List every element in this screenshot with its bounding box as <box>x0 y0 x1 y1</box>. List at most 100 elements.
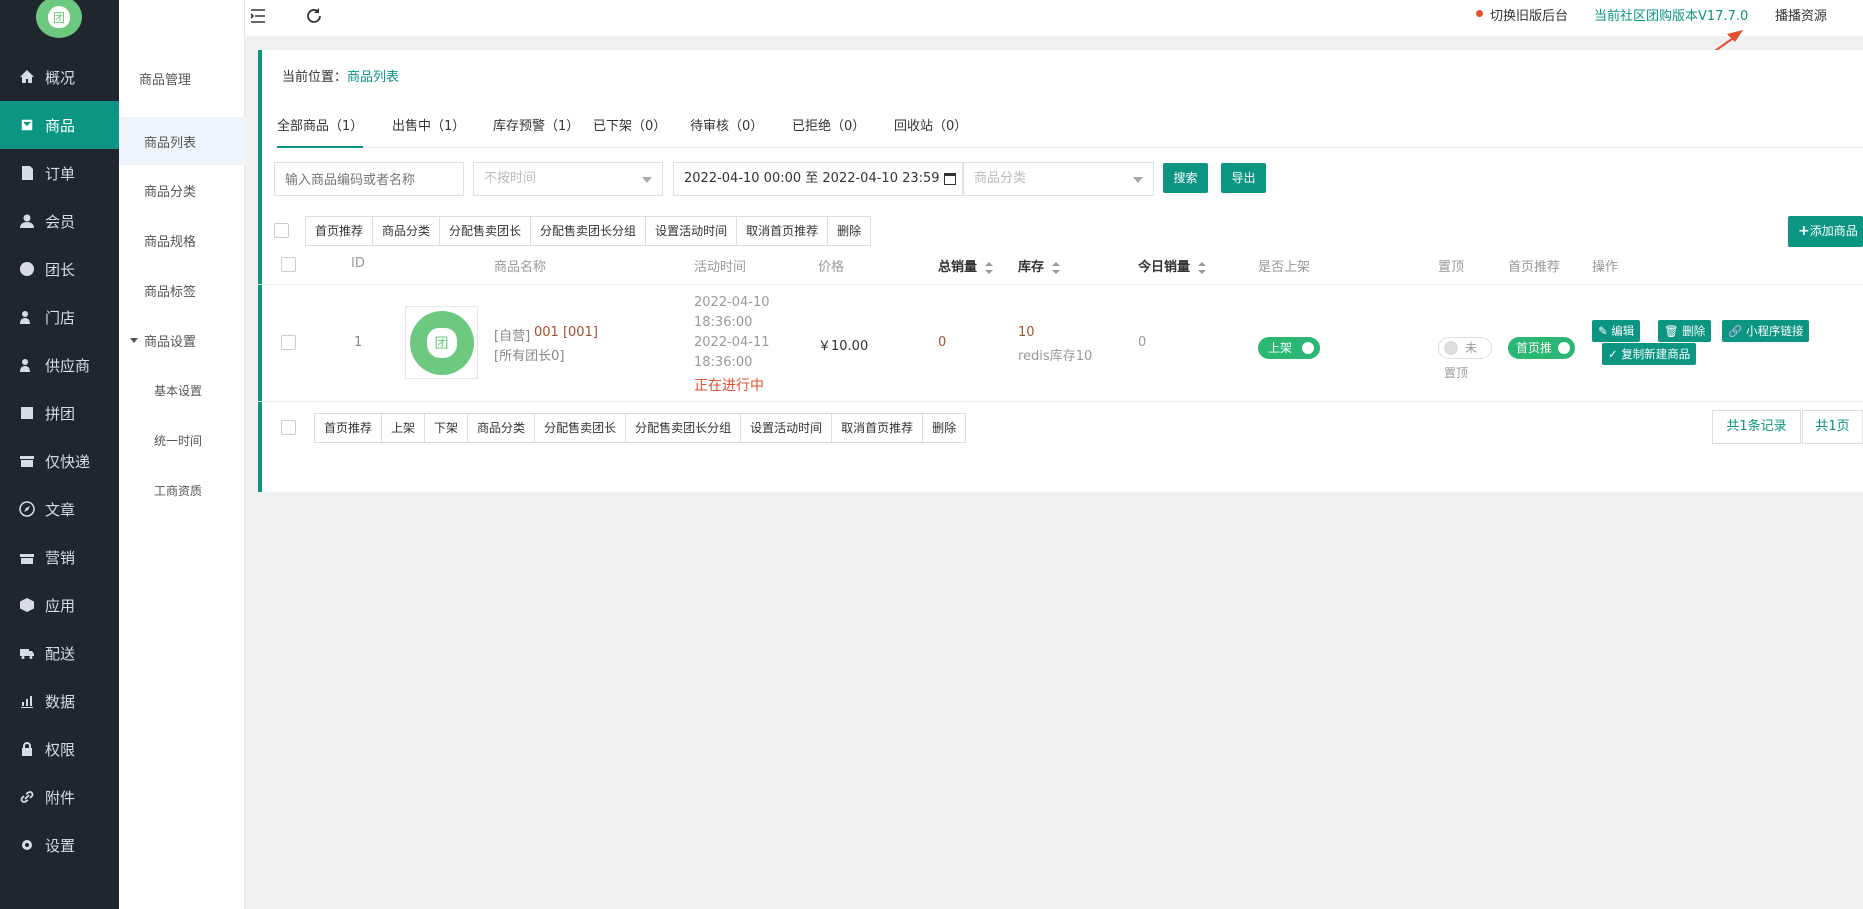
select-all-checkbox-top[interactable] <box>274 223 289 238</box>
nav-item-permission[interactable]: 权限 <box>0 725 119 773</box>
nav-item-groupbuy[interactable]: 拼团 <box>0 389 119 437</box>
subnav-item-category[interactable]: 商品分类 <box>119 166 245 214</box>
nav-item-marketing[interactable]: 营销 <box>0 533 119 581</box>
switch-old-admin-link[interactable]: 切换旧版后台 <box>1490 5 1568 24</box>
subnav-item-basic[interactable]: 基本设置 <box>119 366 245 414</box>
copy-new-product-button[interactable]: ✓ 复制新建商品 <box>1602 343 1697 365</box>
edit-button[interactable]: ✎ 编辑 <box>1592 320 1641 342</box>
bulk-assign-leader-button[interactable]: 分配售卖团长 <box>440 217 532 245</box>
on-sale-toggle[interactable]: 上架 <box>1258 337 1320 359</box>
col-today-sales[interactable]: 今日销量 <box>1138 256 1207 275</box>
nav-item-apps[interactable]: 应用 <box>0 581 119 629</box>
tab-recycle-bin[interactable]: 回收站（0） <box>894 114 967 148</box>
bulk-category-button[interactable]: 商品分类 <box>373 217 441 245</box>
trash-icon: 🗑 <box>1664 324 1683 338</box>
nav-item-express[interactable]: 仅快递 <box>0 437 119 485</box>
product-self-tag: [自营] <box>494 329 531 344</box>
category-select[interactable]: 商品分类 <box>963 162 1154 196</box>
divider <box>258 401 1863 402</box>
live-resource-link[interactable]: 播播资源 <box>1775 5 1827 24</box>
mini-program-link-button[interactable]: 🔗 小程序链接 <box>1722 320 1810 342</box>
nav-item-supplier[interactable]: 供应商 <box>0 341 119 389</box>
caret-down-icon <box>130 337 138 343</box>
add-product-button[interactable]: +添加商品 <box>1788 216 1863 247</box>
tab-pending-review[interactable]: 待审核（0） <box>690 114 763 148</box>
version-link[interactable]: 当前社区团购版本V17.7.0 <box>1594 5 1748 24</box>
sort-icon <box>985 261 994 274</box>
nav-item-overview[interactable]: 概况 <box>0 53 119 101</box>
gift-icon <box>20 554 34 564</box>
sort-icon <box>1198 261 1207 274</box>
chart-icon <box>21 696 33 708</box>
dropdown-caret-icon <box>642 177 652 183</box>
nav-item-settings[interactable]: 设置 <box>0 821 119 869</box>
product-thumbnail[interactable]: 团 <box>405 306 478 379</box>
nav-item-leader[interactable]: 团长 <box>0 245 119 293</box>
nav-item-attachment[interactable]: 附件 <box>0 773 119 821</box>
home-icon <box>20 70 34 83</box>
bulk-delete-button[interactable]: 删除 <box>828 217 870 245</box>
bulk-assign-leader-button[interactable]: 分配售卖团长 <box>535 414 627 442</box>
bulk-delete-button[interactable]: 删除 <box>923 414 965 442</box>
subnav-item-spec[interactable]: 商品规格 <box>119 216 245 264</box>
nav-item-data[interactable]: 数据 <box>0 677 119 725</box>
bulk-category-button[interactable]: 商品分类 <box>468 414 536 442</box>
home-recommend-toggle[interactable]: 首页推 <box>1508 337 1575 359</box>
bulk-assign-leader-group-button[interactable]: 分配售卖团长分组 <box>531 217 647 245</box>
row-checkbox[interactable] <box>281 335 296 350</box>
nav-item-member[interactable]: 会员 <box>0 197 119 245</box>
refresh-icon[interactable] <box>304 6 324 26</box>
nav-item-store[interactable]: 门店 <box>0 293 119 341</box>
nav-item-article[interactable]: 文章 <box>0 485 119 533</box>
price: ￥10.00 <box>818 339 869 354</box>
col-stock[interactable]: 库存 <box>1018 256 1061 275</box>
breadcrumb-current[interactable]: 商品列表 <box>347 70 399 85</box>
bulk-home-recommend-button[interactable]: 首页推荐 <box>306 217 374 245</box>
subnav-item-tag[interactable]: 商品标签 <box>119 266 245 314</box>
select-all-checkbox-header[interactable] <box>281 257 296 272</box>
col-name: 商品名称 <box>494 260 547 275</box>
tab-stock-warning[interactable]: 库存预警（1） <box>493 114 579 148</box>
nav-item-delivery[interactable]: 配送 <box>0 629 119 677</box>
bulk-set-time-button[interactable]: 设置活动时间 <box>741 414 833 442</box>
product-name-link[interactable]: 001 [001] <box>534 325 598 340</box>
end-date: 2022-04-11 <box>694 335 770 350</box>
collapse-menu-icon[interactable] <box>248 6 268 26</box>
total-sales: 0 <box>938 335 947 350</box>
date-range-picker[interactable]: 2022-04-10 00:00 至 2022-04-10 23:59 <box>673 162 963 196</box>
subnav-item-product-list[interactable]: 商品列表 <box>119 117 245 165</box>
search-button[interactable]: 搜索 <box>1163 163 1208 193</box>
subnav-group-settings[interactable]: 商品设置 <box>119 316 245 364</box>
member-icon <box>20 214 34 228</box>
nav-item-goods[interactable]: 商品 <box>0 101 119 149</box>
select-all-checkbox-bottom[interactable] <box>281 420 296 435</box>
tab-all[interactable]: 全部商品（1） <box>277 114 364 148</box>
time-select[interactable]: 不按时间 <box>473 162 663 196</box>
bulk-cancel-recommend-button[interactable]: 取消首页推荐 <box>737 217 829 245</box>
bulk-on-shelf-button[interactable]: 上架 <box>382 414 426 442</box>
tab-off-shelf[interactable]: 已下架（0） <box>593 114 666 148</box>
bulk-off-shelf-button[interactable]: 下架 <box>425 414 469 442</box>
pin-top-toggle[interactable]: 未 <box>1438 337 1492 359</box>
delete-button[interactable]: 🗑 删除 <box>1658 320 1712 342</box>
export-button[interactable]: 导出 <box>1221 163 1266 193</box>
goods-icon <box>20 118 34 132</box>
bulk-set-time-button[interactable]: 设置活动时间 <box>646 217 738 245</box>
bulk-cancel-recommend-button[interactable]: 取消首页推荐 <box>832 414 924 442</box>
tab-rejected[interactable]: 已拒绝（0） <box>792 114 865 148</box>
bulk-assign-leader-group-button[interactable]: 分配售卖团长分组 <box>626 414 742 442</box>
nav-item-order[interactable]: 订单 <box>0 149 119 197</box>
bulk-home-recommend-button[interactable]: 首页推荐 <box>315 414 383 442</box>
product-tabs: 全部商品（1） 出售中（1） 库存预警（1） 已下架（0） 待审核（0） 已拒绝… <box>277 114 1863 148</box>
main-sidebar: 团 概况 商品 订单 会员 团长 门店 供应商 拼团 仅快递 文章 营销 应用 … <box>0 0 119 909</box>
subnav-item-unified-time[interactable]: 统一时间 <box>119 416 245 464</box>
subnav-item-business-license[interactable]: 工商资质 <box>119 466 245 514</box>
divider <box>258 284 1863 285</box>
col-total-sales[interactable]: 总销量 <box>938 256 994 275</box>
toggle-knob <box>1444 341 1458 355</box>
keyword-search-input[interactable] <box>274 162 464 196</box>
compass-icon <box>19 501 35 517</box>
col-id: ID <box>351 256 365 271</box>
tab-on-sale[interactable]: 出售中（1） <box>392 114 465 148</box>
activity-status: 正在进行中 <box>694 378 764 394</box>
